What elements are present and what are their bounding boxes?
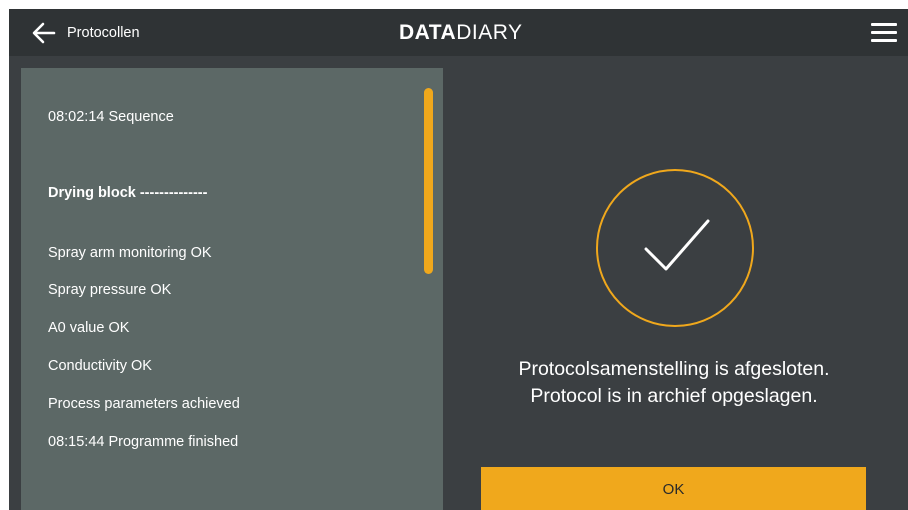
log-line: Conductivity OK bbox=[48, 358, 152, 374]
log-line: 08:02:14 Sequence bbox=[48, 109, 174, 125]
app-logo: DATADIARY bbox=[399, 21, 523, 45]
log-line: 08:15:44 Programme finished bbox=[48, 434, 239, 450]
success-indicator bbox=[596, 169, 754, 327]
back-button[interactable]: Protocollen bbox=[31, 20, 140, 46]
ok-button[interactable]: OK bbox=[481, 467, 866, 510]
logo-text-light: DIARY bbox=[456, 21, 523, 44]
logo-text-bold: DATA bbox=[399, 21, 457, 44]
log-scrollbar[interactable] bbox=[424, 88, 433, 274]
back-label: Protocollen bbox=[67, 25, 140, 41]
checkmark-icon bbox=[644, 219, 710, 271]
hamburger-menu-icon[interactable] bbox=[871, 23, 897, 43]
top-bar: Protocollen DATADIARY bbox=[9, 9, 908, 56]
confirmation-message-line1: Protocolsamenstelling is afgesloten. bbox=[518, 358, 830, 380]
log-line: A0 value OK bbox=[48, 320, 130, 336]
log-line: Process parameters achieved bbox=[48, 396, 240, 412]
log-line: Spray arm monitoring OK bbox=[48, 245, 212, 261]
protocol-log-panel[interactable]: 08:02:14 Sequence Drying block ---------… bbox=[21, 68, 443, 510]
app-screen: Protocollen DATADIARY 08:02:14 Sequence … bbox=[9, 9, 908, 510]
confirmation-message-line2: Protocol is in archief opgeslagen. bbox=[530, 385, 818, 407]
arrow-left-icon bbox=[32, 22, 56, 44]
log-line: Spray pressure OK bbox=[48, 282, 172, 298]
log-section-heading: Drying block -------------- bbox=[48, 185, 208, 201]
